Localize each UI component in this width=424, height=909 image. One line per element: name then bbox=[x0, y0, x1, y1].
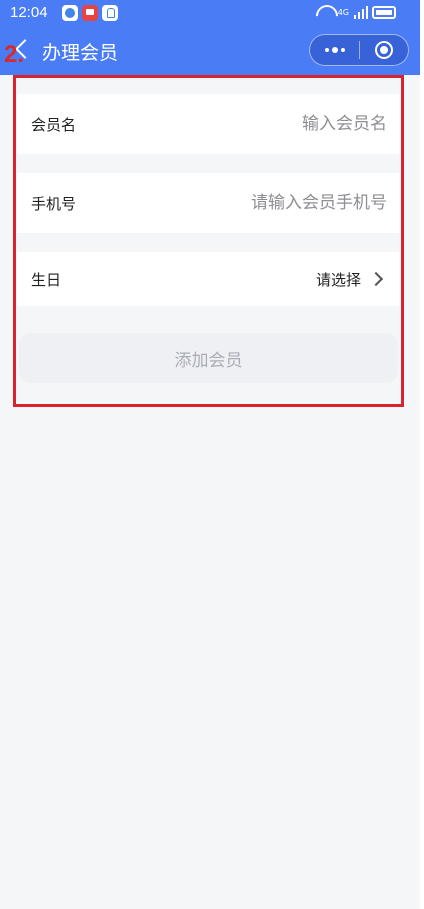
wifi-icon bbox=[316, 5, 334, 19]
more-button[interactable] bbox=[310, 35, 359, 65]
annotation-number: 2. bbox=[4, 41, 25, 68]
battery-icon bbox=[372, 5, 396, 19]
mini-program-capsule bbox=[309, 34, 409, 66]
notification-icons bbox=[62, 5, 118, 21]
message-notification-icon bbox=[82, 5, 98, 21]
more-dots-icon bbox=[324, 48, 329, 52]
signal-icon bbox=[354, 5, 368, 19]
close-button[interactable] bbox=[360, 35, 408, 65]
page-title: 办理会员 bbox=[42, 42, 119, 64]
bulb-notification-icon bbox=[102, 5, 118, 21]
close-circle-icon bbox=[375, 41, 393, 59]
status-time: 12:04 bbox=[10, 4, 48, 21]
status-bar: 12:04 4G bbox=[0, 0, 424, 26]
right-edge-strip bbox=[420, 0, 424, 909]
app-notification-icon bbox=[62, 5, 78, 21]
nav-bar: 12:04 4G 2. 办理会员 bbox=[0, 0, 424, 75]
system-icons: 4G bbox=[316, 5, 396, 19]
annotation-highlight-box bbox=[13, 75, 404, 407]
network-type: 4G bbox=[337, 7, 349, 17]
